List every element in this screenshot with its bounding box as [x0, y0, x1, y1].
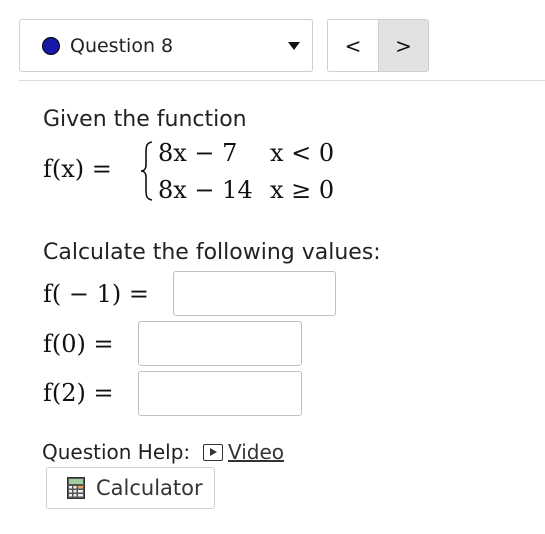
calculator-icon — [67, 477, 85, 499]
case-2-condition: x ≥ 0 — [270, 176, 335, 204]
question-select-label: Question 8 — [70, 35, 174, 57]
calculator-button[interactable]: Calculator — [46, 467, 215, 509]
question-select[interactable]: Question 8 — [19, 19, 313, 72]
previous-question-button[interactable]: < — [328, 20, 378, 71]
next-question-button[interactable]: > — [378, 20, 428, 71]
question-label-3: f(2) = — [43, 379, 114, 407]
case-1-expression: 8x − 7 — [158, 139, 238, 167]
video-link[interactable]: Video — [203, 440, 284, 464]
question-help-label: Question Help: — [42, 440, 191, 464]
divider — [19, 80, 545, 81]
video-link-label: Video — [228, 440, 285, 464]
question-nav: < > — [327, 19, 429, 72]
answer-input-1[interactable] — [173, 271, 336, 316]
case-2-expression: 8x − 14 — [158, 176, 253, 204]
answer-input-3[interactable] — [138, 371, 302, 416]
calculator-label: Calculator — [96, 476, 203, 500]
answer-input-2[interactable] — [138, 321, 302, 366]
piecewise-brace — [140, 141, 153, 201]
prompt-intro: Given the function — [43, 107, 247, 132]
prompt-instruction: Calculate the following values: — [43, 240, 381, 265]
video-play-icon — [203, 443, 223, 461]
dropdown-caret-icon — [288, 42, 300, 50]
question-label-1: f( − 1) = — [43, 280, 149, 308]
chevron-right-icon: > — [395, 33, 412, 58]
chevron-left-icon: < — [344, 33, 362, 58]
function-lhs: f(x) = — [43, 155, 112, 183]
case-1-condition: x < 0 — [270, 139, 335, 167]
question-status-dot — [42, 37, 60, 55]
question-label-2: f(0) = — [43, 330, 114, 358]
